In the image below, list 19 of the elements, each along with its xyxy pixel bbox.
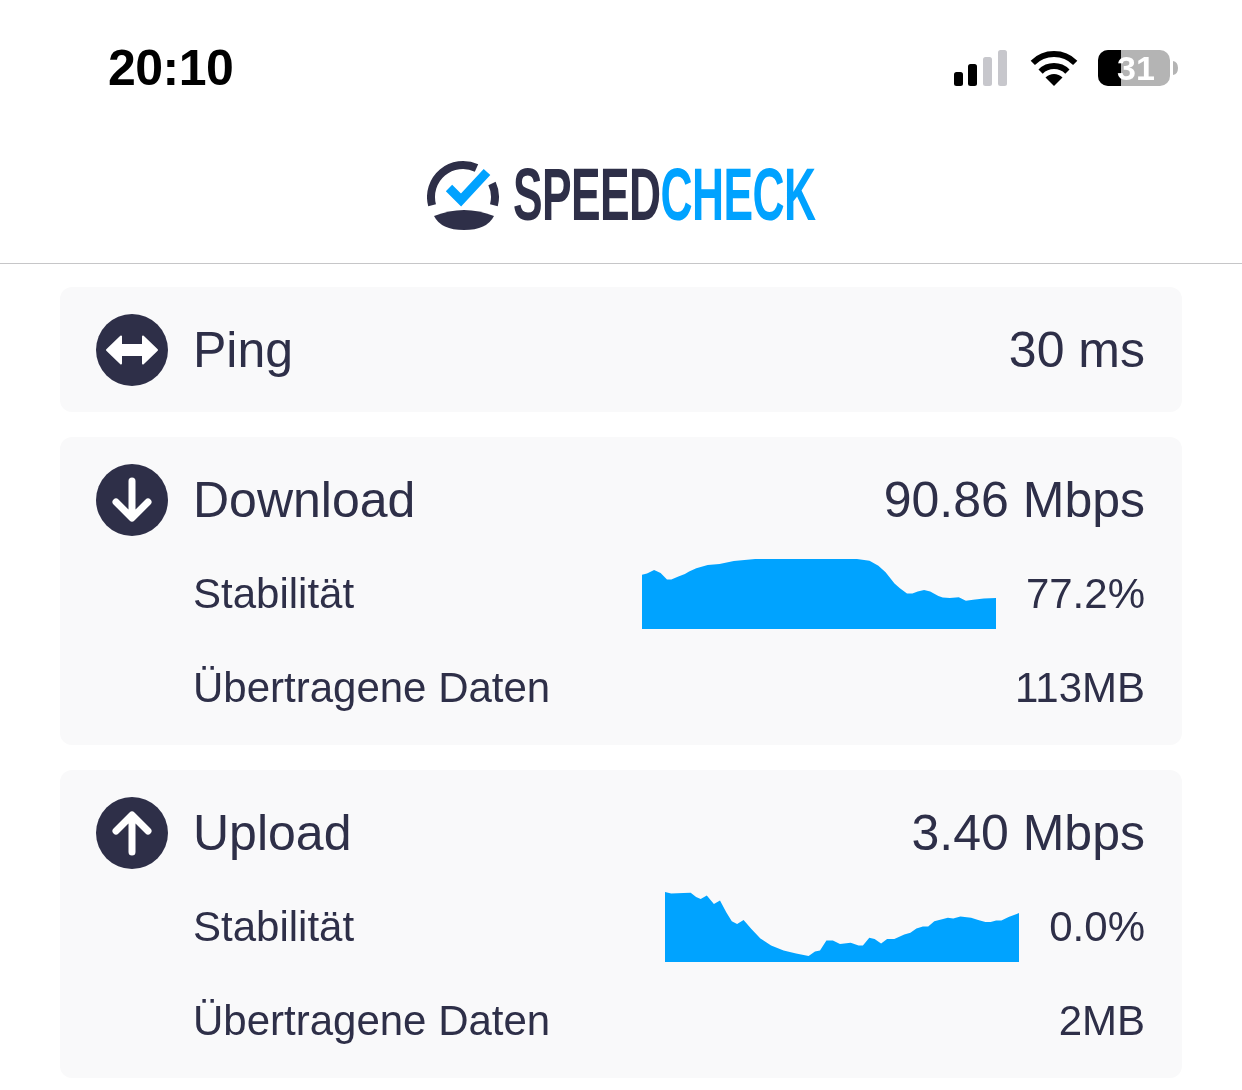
detail-value: 0.0% <box>1049 902 1145 952</box>
wifi-icon <box>1030 50 1078 86</box>
metric-label: Download <box>193 471 417 529</box>
metric-value: 3.40 Mbps <box>911 804 1145 862</box>
logo-icon <box>427 160 501 230</box>
metric-label: Upload <box>193 804 353 862</box>
signal-icon <box>954 50 1010 86</box>
detail-label: Übertragene Daten <box>193 663 552 713</box>
detail-label: Stabilität <box>193 569 356 619</box>
detail-value: 2MB <box>1058 996 1145 1046</box>
metric-value: 30 ms <box>1008 321 1145 379</box>
detail-label: Stabilität <box>193 902 356 952</box>
metric-value: 90.86 Mbps <box>883 471 1145 529</box>
status-time: 20:10 <box>108 42 234 94</box>
detail-value: 113MB <box>1015 663 1145 713</box>
detail-label: Übertragene Daten <box>193 996 552 1046</box>
detail-value: 77.2% <box>1025 569 1145 619</box>
metric-label: Ping <box>193 321 295 379</box>
logo-wordmark: SPEEDCHECK <box>513 158 816 232</box>
